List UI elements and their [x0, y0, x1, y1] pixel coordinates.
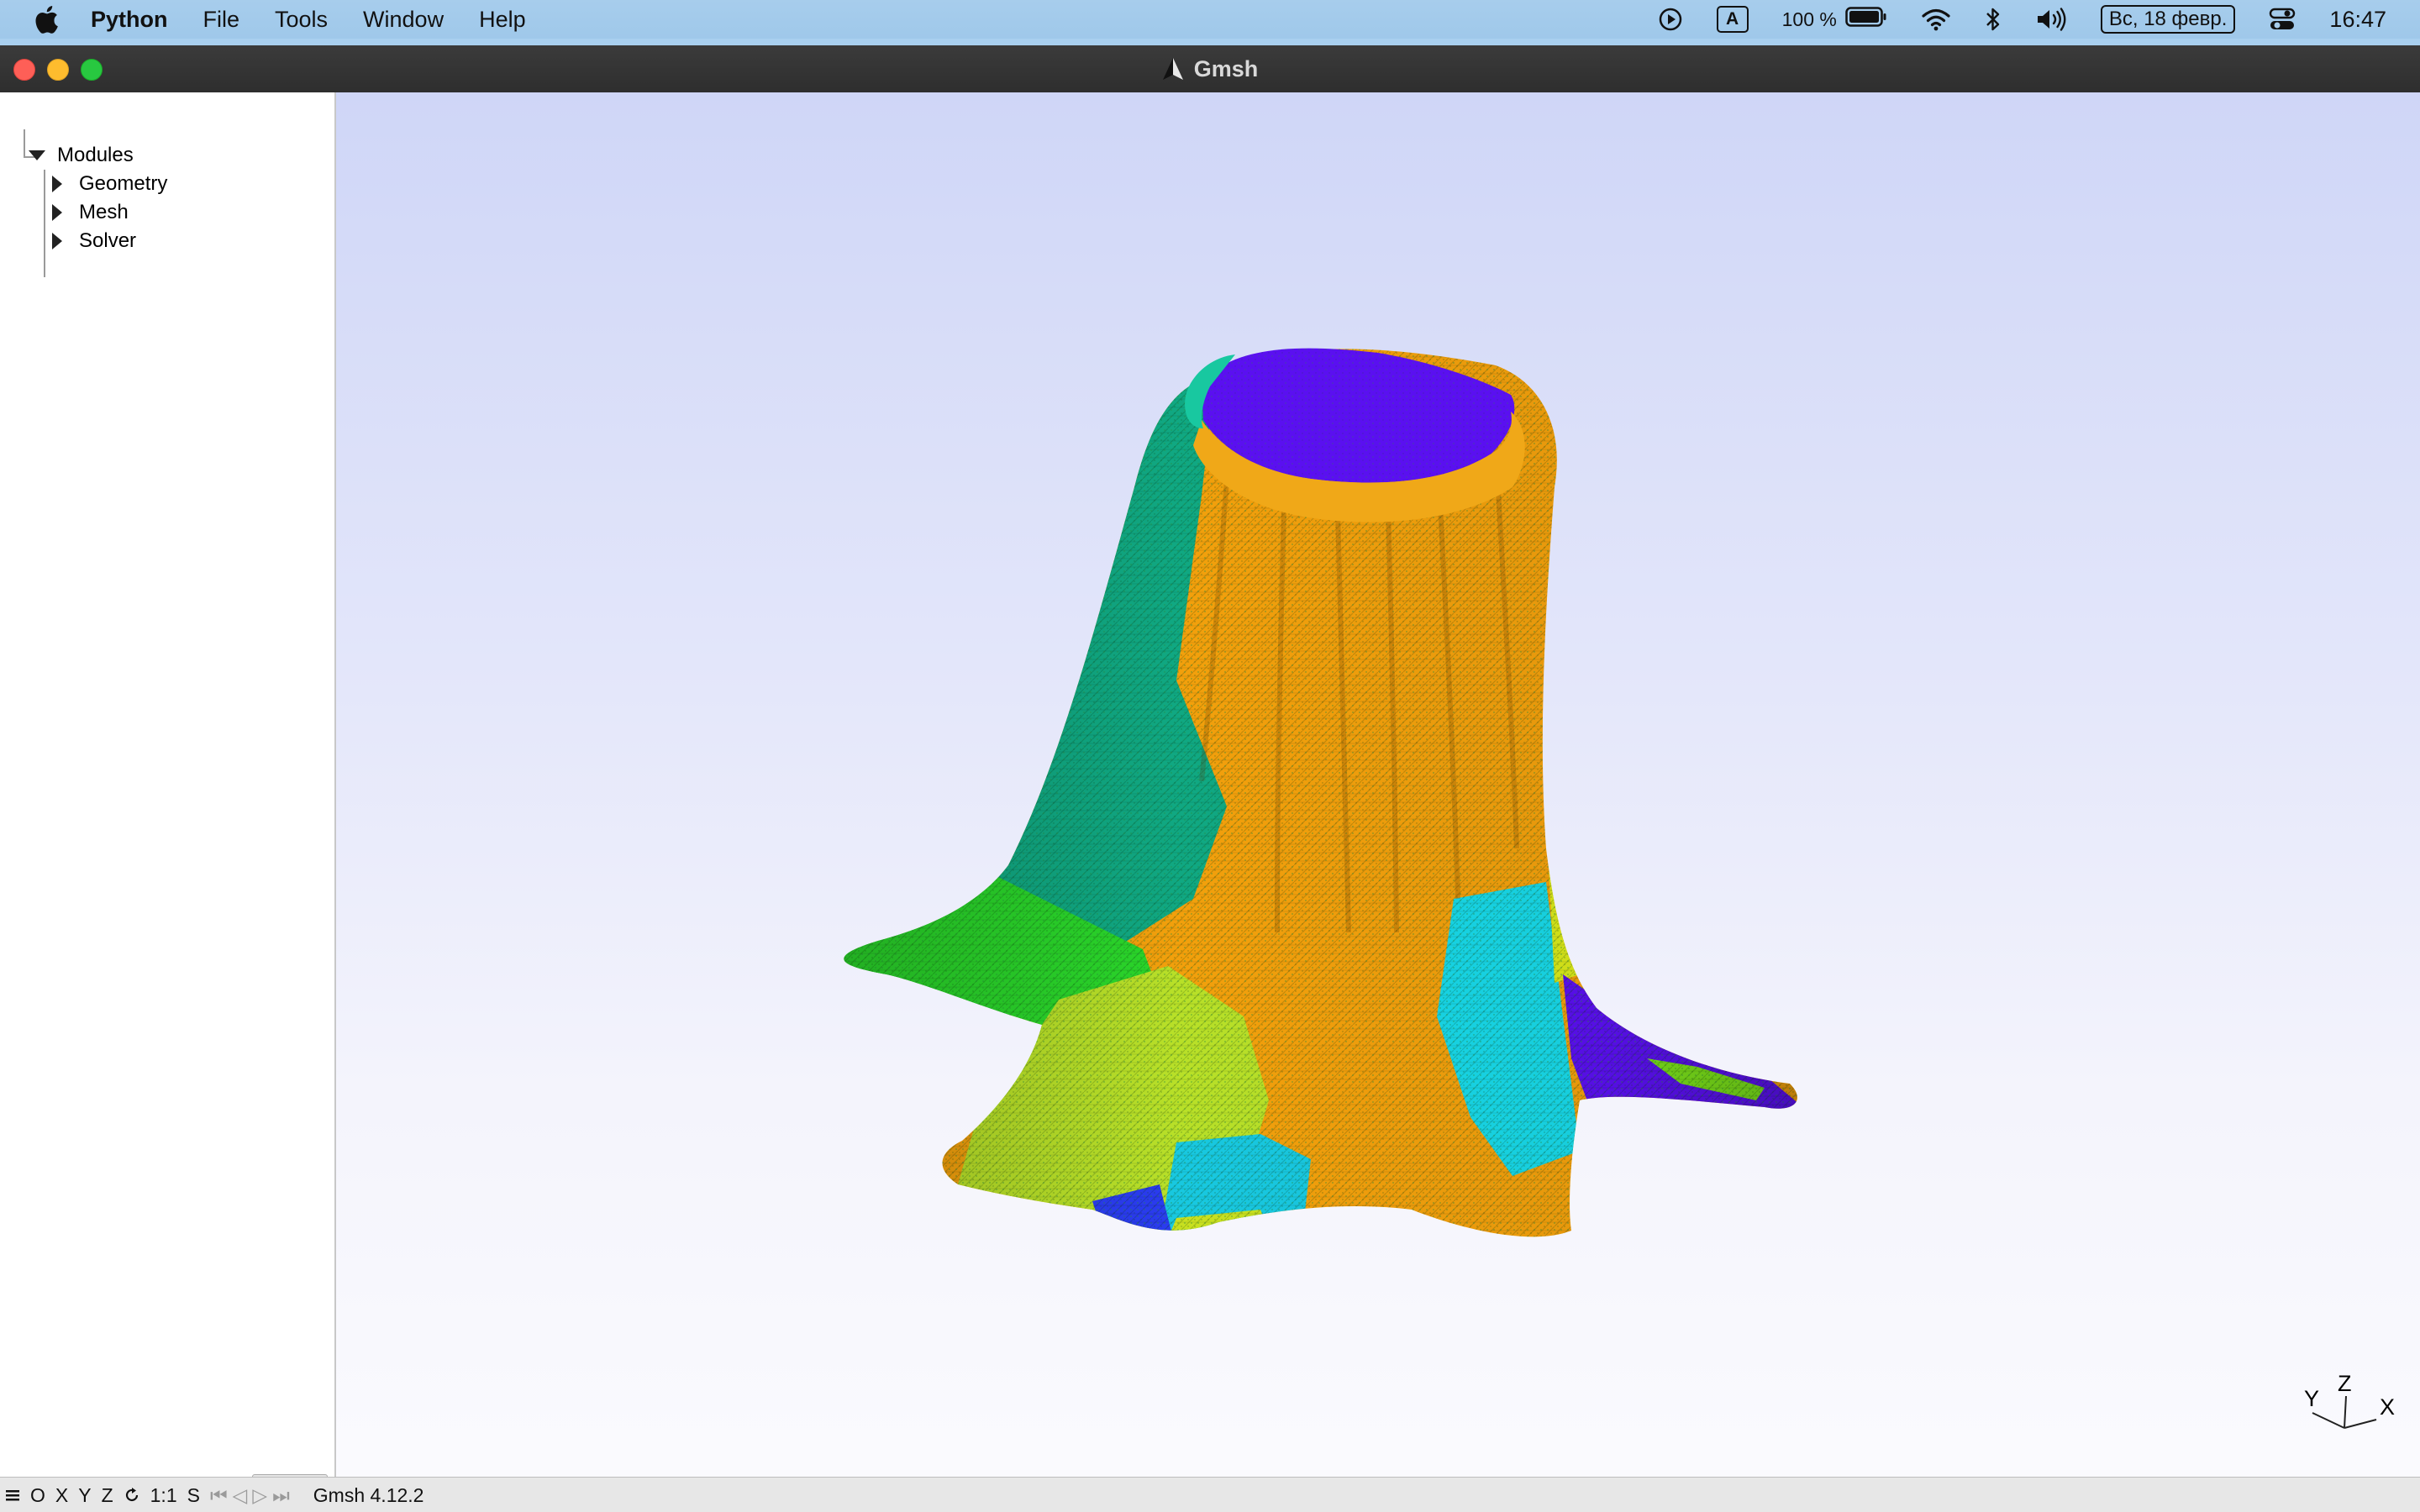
title-bar[interactable]: Gmsh — [0, 45, 2420, 93]
tree-node-modules[interactable]: Modules — [29, 141, 134, 170]
volume-icon[interactable] — [2035, 7, 2067, 32]
rotate-icon[interactable] — [124, 1487, 140, 1504]
last-step-icon[interactable]: ⏭ — [272, 1484, 290, 1507]
tree-node-geometry[interactable]: Geometry — [52, 170, 167, 198]
module-tree-panel: Modules Geometry Mesh Solver — [0, 92, 336, 1512]
date-display[interactable]: Вс, 18 февр. — [2100, 5, 2236, 34]
collapsed-triangle-icon[interactable] — [52, 204, 62, 221]
graphics-viewport[interactable]: Z Y X — [336, 92, 2420, 1512]
axes-gizmo: Z Y X — [2286, 1352, 2403, 1445]
apple-menu-icon[interactable] — [34, 5, 59, 34]
menu-help[interactable]: Help — [479, 7, 526, 33]
bluetooth-icon[interactable] — [1985, 7, 2002, 32]
play-icon[interactable]: ▷ — [252, 1484, 267, 1507]
battery-percent: 100 % — [1781, 8, 1837, 30]
previous-step-icon[interactable]: ◁ — [233, 1484, 248, 1507]
tree-node-label: Solver — [79, 229, 137, 252]
axis-y-label: Y — [2304, 1386, 2320, 1411]
status-bar: O X Y Z 1:1 S ⏮ ◁ ▷ ⏭ Gmsh 4.12.2 — [0, 1477, 2420, 1512]
tree-node-solver[interactable]: Solver — [52, 227, 136, 255]
battery-status[interactable]: 100 % — [1782, 6, 1887, 34]
menu-bar: Python File Tools Window Help A 100 % Вс… — [0, 0, 2420, 39]
wifi-icon[interactable] — [1921, 8, 1951, 31]
view-ortho-button[interactable]: O — [30, 1484, 45, 1507]
tree-node-mesh[interactable]: Mesh — [52, 198, 129, 227]
gmsh-logo-icon — [1162, 57, 1184, 81]
screen-recording-icon[interactable] — [1658, 7, 1683, 32]
mesh-render[interactable] — [336, 92, 2420, 1512]
message-console-icon[interactable] — [5, 1488, 20, 1503]
menu-tools[interactable]: Tools — [275, 7, 328, 33]
collapsed-triangle-icon[interactable] — [52, 233, 62, 249]
input-source-indicator[interactable]: A — [1716, 6, 1749, 33]
tree-node-label: Mesh — [79, 201, 129, 223]
first-step-icon[interactable]: ⏮ — [210, 1484, 228, 1507]
view-x-button[interactable]: X — [55, 1484, 68, 1507]
gmsh-window: Gmsh Modules Geometry Mesh Solver Z Y X … — [0, 45, 2420, 1512]
battery-icon — [1845, 6, 1887, 34]
window-title: Gmsh — [0, 45, 2420, 92]
tree-connector — [24, 129, 25, 158]
expanded-triangle-icon[interactable] — [29, 150, 45, 160]
tree-node-label: Modules — [57, 144, 134, 166]
window-title-text: Gmsh — [1193, 55, 1259, 81]
version-label: Gmsh 4.12.2 — [313, 1483, 424, 1506]
clock[interactable]: 16:47 — [2329, 7, 2386, 33]
axis-z-label: Z — [2338, 1371, 2352, 1396]
scale-one-to-one-button[interactable]: 1:1 — [150, 1484, 177, 1507]
view-z-button[interactable]: Z — [102, 1484, 113, 1507]
collapsed-triangle-icon[interactable] — [52, 176, 62, 192]
snapshot-button[interactable]: S — [187, 1484, 200, 1507]
menu-app-python[interactable]: Python — [91, 7, 168, 33]
control-center-icon[interactable] — [2269, 7, 2296, 32]
menu-file[interactable]: File — [203, 7, 240, 33]
axis-x-label: X — [2380, 1394, 2396, 1420]
menu-window[interactable]: Window — [363, 7, 444, 33]
view-y-button[interactable]: Y — [78, 1484, 91, 1507]
tree-connector — [44, 170, 45, 277]
tree-node-label: Geometry — [79, 172, 168, 195]
